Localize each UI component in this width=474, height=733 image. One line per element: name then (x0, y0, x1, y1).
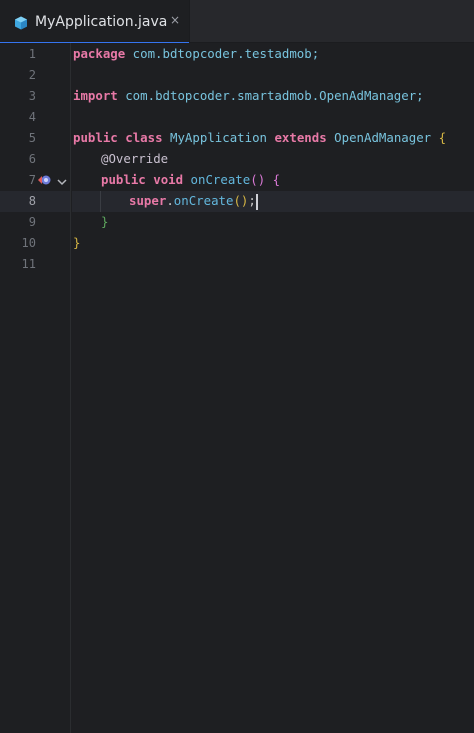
keyword-class: class (125, 130, 163, 145)
keyword-public: public (101, 172, 146, 187)
override-annotation: @Override (101, 151, 169, 166)
close-icon[interactable]: × (170, 13, 180, 27)
tab-label: MyApplication.java (35, 13, 168, 30)
code-line-8: super.onCreate(); (129, 190, 258, 211)
import-path: com.bdtopcoder.smartadmob.OpenAdManager; (117, 88, 424, 103)
text-caret (255, 193, 258, 210)
class-open-brace: { (438, 130, 447, 145)
fold-chevron-icon[interactable] (57, 171, 67, 190)
method-open-brace: { (272, 172, 281, 187)
line-number: 2 (28, 68, 36, 82)
method-call-name: onCreate (173, 193, 234, 208)
code-line-1: package com.bdtopcoder.testadmob; (73, 43, 319, 64)
line-number: 5 (28, 131, 36, 145)
keyword-public: public (73, 130, 118, 145)
java-class-icon (14, 15, 28, 29)
keyword-package: package (73, 46, 126, 61)
dot-operator: . (166, 193, 174, 208)
code-line-7: public void onCreate() { (101, 169, 280, 190)
indent-guide (100, 191, 101, 212)
method-name: onCreate (190, 172, 251, 187)
line-number: 3 (28, 89, 36, 103)
parent-class-name: OpenAdManager (334, 130, 432, 145)
code-line-6: @Override (101, 148, 168, 169)
method-close-brace: } (101, 214, 109, 229)
code-line-5: public class MyApplication extends OpenA… (73, 127, 446, 148)
line-number: 10 (21, 236, 36, 250)
line-number: 4 (28, 110, 36, 124)
code-line-9: } (101, 211, 108, 232)
keyword-super: super (129, 193, 167, 208)
method-parens: () (250, 172, 266, 187)
class-close-brace: } (73, 235, 81, 250)
line-number: 9 (28, 215, 36, 229)
override-method-icon[interactable] (38, 171, 52, 190)
code-editor[interactable]: 1 2 3 4 5 6 7 8 9 10 11 package com.bdto… (0, 43, 474, 733)
code-line-10: } (73, 232, 80, 253)
keyword-extends: extends (274, 130, 327, 145)
keyword-void: void (153, 172, 184, 187)
tab-myapplication-java[interactable]: MyApplication.java × (0, 0, 190, 44)
line7-gutter-marks (38, 170, 67, 191)
line-number: 6 (28, 152, 36, 166)
keyword-import: import (73, 88, 118, 103)
package-name: com.bdtopcoder.testadmob; (125, 46, 320, 61)
code-line-3: import com.bdtopcoder.smartadmob.OpenAdM… (73, 85, 424, 106)
semicolon: ; (248, 193, 256, 208)
line-number: 7 (28, 173, 36, 187)
line-number: 1 (28, 47, 36, 61)
line-number: 11 (21, 257, 36, 271)
call-parens: () (233, 193, 249, 208)
line-number-gutter[interactable]: 1 2 3 4 5 6 7 8 9 10 11 (0, 43, 71, 733)
class-name: MyApplication (170, 130, 267, 145)
editor-tab-bar: MyApplication.java × (0, 0, 474, 44)
line-number-current: 8 (28, 194, 36, 208)
